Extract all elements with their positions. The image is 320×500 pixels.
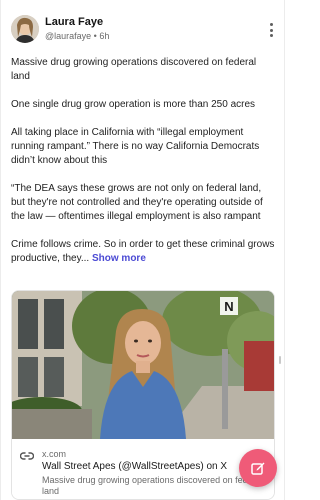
link-preview-card[interactable]: N x.com Wall Street Apes (@WallStreetApe… — [11, 290, 275, 500]
handle-text: @laurafaye — [45, 31, 92, 41]
post-paragraph-truncated: Crime follows crime. So in order to get … — [11, 238, 276, 266]
post-paragraph: All taking place in California with “ill… — [11, 127, 260, 166]
link-description: Massive drug growing operations discover… — [42, 475, 263, 496]
link-domain: x.com — [42, 449, 67, 459]
post-paragraph: One single drug grow operation is more t… — [11, 99, 256, 110]
link-preview-meta[interactable]: x.com Wall Street Apes (@WallStreetApes)… — [12, 439, 274, 499]
media-watermark: N — [224, 299, 233, 314]
avatar[interactable] — [11, 15, 39, 43]
post-header: Laura Faye @laurafaye • 6h — [11, 15, 276, 45]
compose-button[interactable] — [239, 449, 277, 487]
scrollbar-thumb[interactable] — [279, 356, 281, 364]
link-preview-image[interactable]: N — [12, 291, 274, 439]
post-paragraph: Massive drug growing operations discover… — [11, 57, 257, 82]
post-paragraph: “The DEA says these grows are not only o… — [11, 183, 263, 222]
compose-icon — [251, 462, 265, 475]
more-vertical-icon[interactable] — [266, 23, 276, 37]
post-card: Laura Faye @laurafaye • 6h Massive drug … — [0, 0, 285, 500]
link-icon — [20, 452, 34, 460]
link-title: Wall Street Apes (@WallStreetApes) on X — [42, 461, 228, 472]
author-handle[interactable]: @laurafaye • 6h — [45, 31, 109, 41]
post-time: 6h — [99, 31, 110, 41]
author-name[interactable]: Laura Faye — [45, 16, 103, 28]
post-body: Massive drug growing operations discover… — [11, 56, 276, 266]
show-more-link[interactable]: Show more — [92, 253, 146, 264]
